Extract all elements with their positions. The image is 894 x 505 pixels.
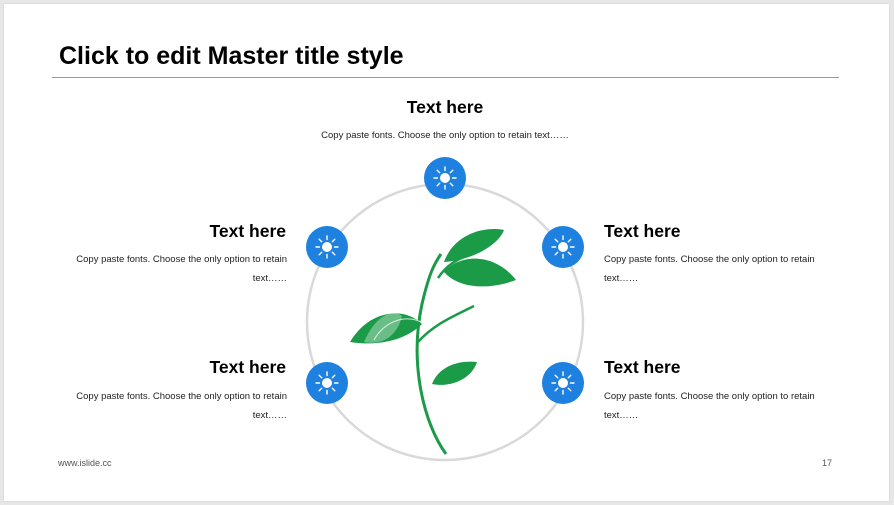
sun-icon — [306, 226, 348, 268]
plant-illustration — [350, 229, 516, 455]
sun-badge-upper-left[interactable] — [306, 226, 348, 268]
item-heading-upper-left[interactable]: Text here — [86, 221, 286, 242]
sun-badge-upper-right[interactable] — [542, 226, 584, 268]
slide: Click to edit Master title style Text he… — [4, 4, 889, 501]
sun-badge-lower-right[interactable] — [542, 362, 584, 404]
page-number: 17 — [822, 458, 833, 468]
item-text-upper-left[interactable]: Copy paste fonts. Choose the only option… — [52, 250, 287, 288]
item-text-lower-left[interactable]: Copy paste fonts. Choose the only option… — [52, 387, 287, 425]
sun-icon — [542, 362, 584, 404]
sun-icon — [542, 226, 584, 268]
item-text-upper-right[interactable]: Copy paste fonts. Choose the only option… — [604, 250, 839, 288]
sun-badge-lower-left[interactable] — [306, 362, 348, 404]
footer-url: www.islide.cc — [58, 458, 112, 468]
item-heading-top[interactable]: Text here — [345, 97, 545, 118]
item-heading-upper-right[interactable]: Text here — [604, 221, 804, 242]
item-text-top[interactable]: Copy paste fonts. Choose the only option… — [275, 126, 615, 145]
sun-icon — [424, 157, 466, 199]
item-heading-lower-right[interactable]: Text here — [604, 357, 804, 378]
sun-icon — [306, 362, 348, 404]
item-text-lower-right[interactable]: Copy paste fonts. Choose the only option… — [604, 387, 839, 425]
item-heading-lower-left[interactable]: Text here — [86, 357, 286, 378]
sun-badge-top[interactable] — [424, 157, 466, 199]
